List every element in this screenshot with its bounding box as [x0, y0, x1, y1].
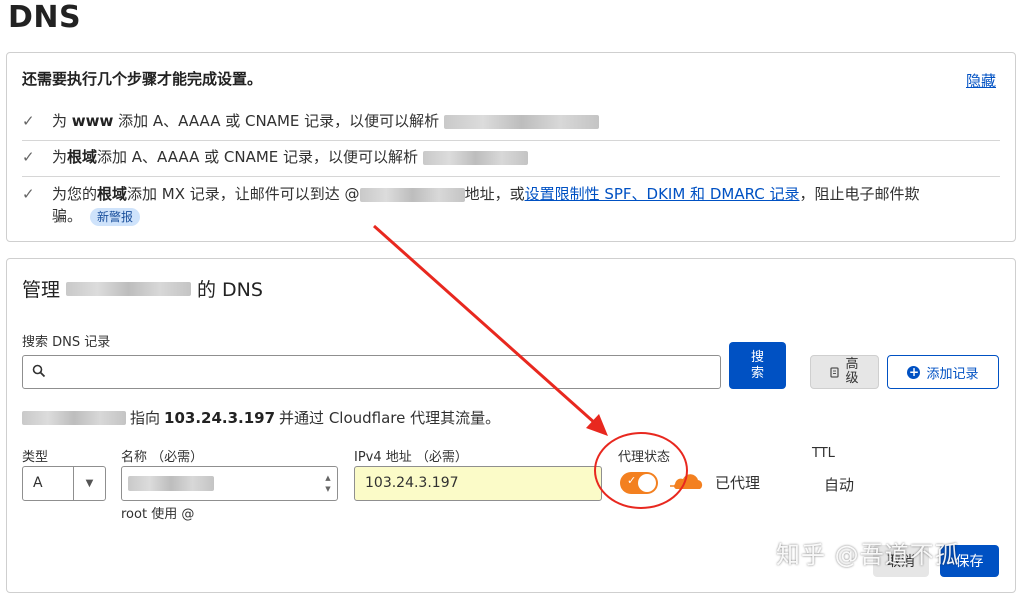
- annotation-arrow: [373, 224, 608, 436]
- watermark: 知乎 @吾道不孤: [776, 541, 960, 569]
